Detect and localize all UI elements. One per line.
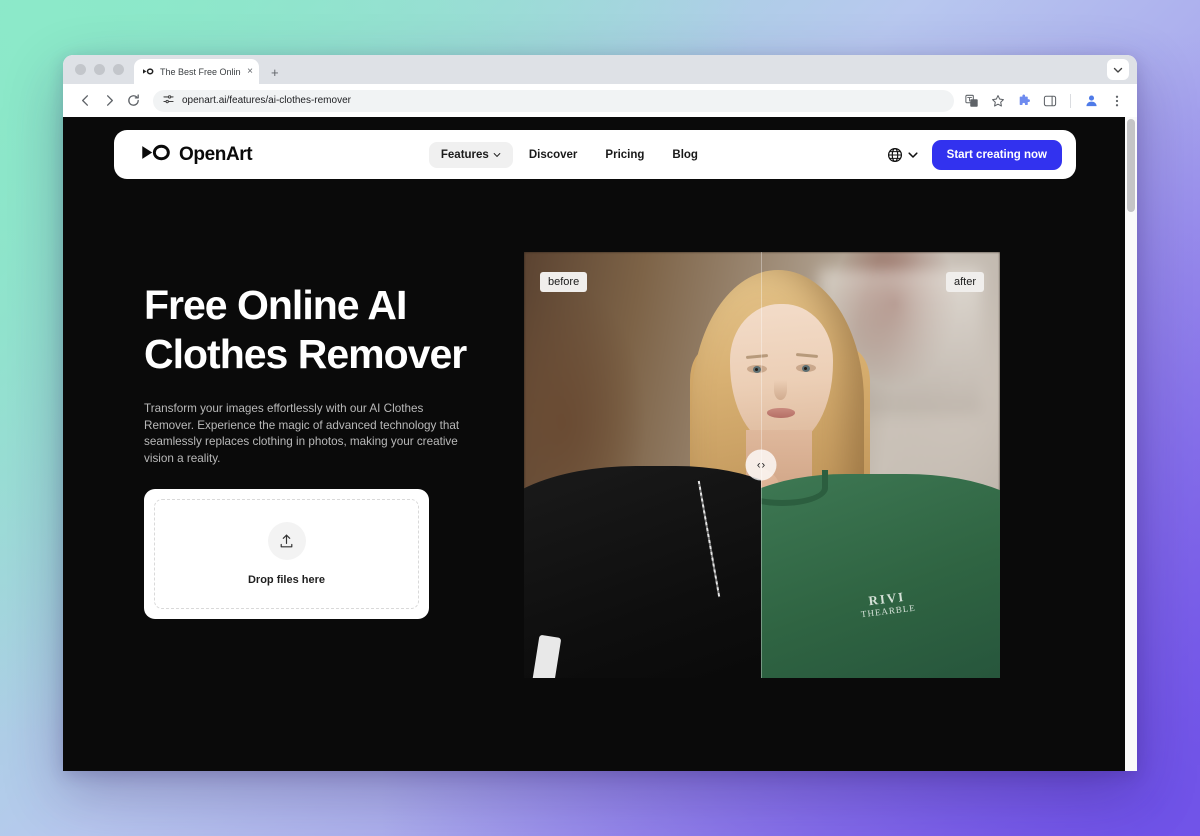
globe-icon [887,147,902,162]
after-badge: after [945,272,984,292]
chevron-right-icon: › [761,459,766,471]
nav-item-features-label: Features [440,148,489,161]
tune-icon[interactable] [163,92,174,110]
language-selector[interactable] [887,147,918,163]
arrow-right-icon [106,95,113,106]
address-bar[interactable]: openart.ai/features/ai-clothes-remover [153,89,954,112]
chevron-down-icon [493,152,501,157]
before-after-comparison[interactable]: RIVI THEARBLE before after ‹ › [524,252,1000,678]
openart-favicon [142,66,154,78]
chevron-down-icon [908,151,918,158]
close-tab-button[interactable]: × [247,66,253,77]
minimize-window-button[interactable] [94,64,105,75]
page-viewport: OpenArt Features Discover Pricing Blog S… [63,117,1137,771]
bookmark-star-icon[interactable] [988,91,1008,111]
scrollbar-thumb[interactable] [1127,119,1135,212]
nav-item-discover-label: Discover [528,148,578,161]
upload-card: Drop files here [144,489,429,619]
hero-section: Free Online AI Clothes Remover Transform… [144,281,514,619]
before-scene [524,252,761,678]
window-traffic-lights [73,55,130,84]
extensions-puzzle-icon[interactable] [1014,91,1034,111]
file-dropzone[interactable]: Drop files here [154,499,419,609]
translate-icon[interactable] [962,91,982,111]
toolbar-divider [1070,93,1071,108]
nav-item-features[interactable]: Features [428,141,513,168]
upload-icon [267,522,306,560]
hero-description: Transform your images effortlessly with … [144,402,460,465]
browser-toolbar: openart.ai/features/ai-clothes-remover [63,84,1137,117]
brand-name: OpenArt [179,143,253,165]
toolbar-actions [962,91,1127,111]
forward-button[interactable] [97,89,121,113]
maximize-window-button[interactable] [113,64,124,75]
browser-window: The Best Free Online AI Cloth × + [63,55,1137,771]
after-scene: RIVI THEARBLE [761,252,1000,678]
nav-item-pricing-label: Pricing [605,148,645,161]
start-creating-button[interactable]: Start creating now [931,139,1062,170]
page-scrollbar[interactable] [1125,117,1137,771]
tab-title: The Best Free Online AI Cloth [160,66,241,77]
reload-button[interactable] [121,89,145,113]
nav-item-blog-label: Blog [672,148,698,161]
more-menu-icon[interactable] [1107,91,1127,111]
before-image-half [524,252,761,678]
new-tab-button[interactable]: + [271,66,279,79]
eye-right [796,364,816,372]
openart-logo [141,144,170,166]
site-header: OpenArt Features Discover Pricing Blog S… [114,130,1076,179]
lips [767,408,795,418]
chevron-left-icon: ‹ [756,459,761,471]
back-button[interactable] [73,89,97,113]
site-nav-links: Features Discover Pricing Blog [428,141,710,168]
side-panel-icon[interactable] [1040,91,1060,111]
tab-strip: The Best Free Online AI Cloth × + [63,55,1137,84]
reload-icon [127,94,139,106]
nose [774,380,787,400]
eye-left [747,365,761,373]
chevron-down-icon [1113,67,1123,73]
page-title: Free Online AI Clothes Remover [144,282,467,377]
browser-tab[interactable]: The Best Free Online AI Cloth × [134,59,259,84]
tab-search-button[interactable] [1107,59,1129,80]
arrow-left-icon [81,95,88,106]
profile-avatar-icon[interactable] [1081,91,1101,111]
nav-item-blog[interactable]: Blog [660,142,710,168]
site-nav-right: Start creating now [887,139,1062,170]
dropzone-label: Drop files here [247,574,326,586]
nav-item-pricing[interactable]: Pricing [593,142,656,168]
after-image-half: RIVI THEARBLE [761,252,1000,678]
address-bar-url: openart.ai/features/ai-clothes-remover [182,95,351,106]
comparison-slider-handle[interactable]: ‹ › [745,449,777,481]
before-badge: before [540,272,588,292]
close-window-button[interactable] [75,64,86,75]
nav-item-discover[interactable]: Discover [517,142,590,168]
brand-logo-link[interactable]: OpenArt [141,143,253,166]
